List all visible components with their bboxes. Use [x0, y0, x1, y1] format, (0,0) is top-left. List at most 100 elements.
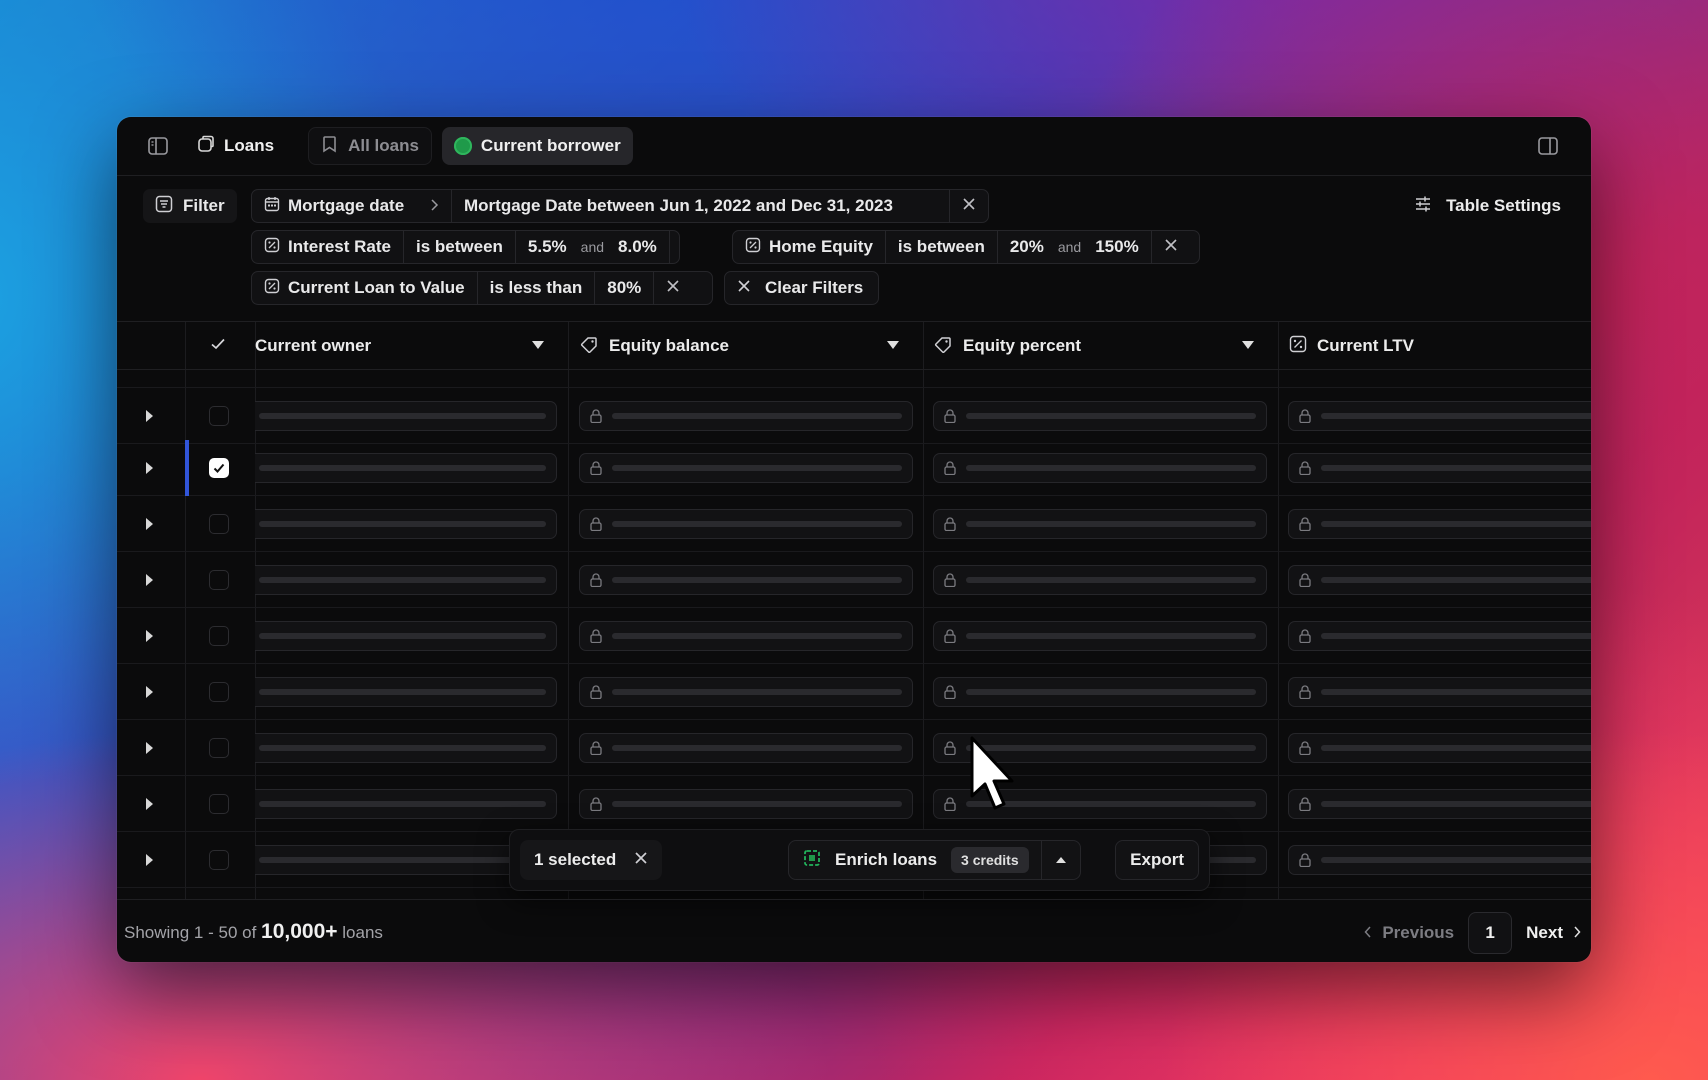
- filter-value-mortgage-date[interactable]: Mortgage Date between Jun 1, 2022 and De…: [452, 190, 950, 222]
- column-header-current-ltv[interactable]: Current LTV: [1289, 322, 1414, 370]
- filter-field-interest-rate[interactable]: Interest Rate: [252, 231, 404, 263]
- filter-value-current-ltv[interactable]: 80%: [595, 272, 655, 304]
- loading-placeholder: [612, 689, 902, 695]
- cell-equity-balance[interactable]: [579, 565, 913, 595]
- sort-caret-icon[interactable]: [887, 341, 899, 349]
- expand-row-icon[interactable]: [146, 854, 153, 866]
- cell-current-owner[interactable]: [255, 565, 557, 595]
- cell-current-ltv[interactable]: [1288, 677, 1591, 707]
- expand-row-icon[interactable]: [146, 686, 153, 698]
- cell-current-ltv[interactable]: [1288, 401, 1591, 431]
- cell-equity-percent[interactable]: [933, 621, 1267, 651]
- cell-current-ltv[interactable]: [1288, 789, 1591, 819]
- filter-button[interactable]: Filter: [143, 189, 237, 223]
- cell-equity-percent[interactable]: [933, 453, 1267, 483]
- page-number-button[interactable]: 1: [1468, 912, 1513, 954]
- previous-page-button[interactable]: Previous: [1364, 923, 1454, 943]
- cell-current-owner[interactable]: [255, 677, 557, 707]
- cell-current-owner[interactable]: [255, 621, 557, 651]
- sidebar-toggle-icon[interactable]: [145, 133, 171, 159]
- caret-up-icon: [1055, 851, 1067, 869]
- cell-current-ltv[interactable]: [1288, 453, 1591, 483]
- right-panel-toggle-icon[interactable]: [1535, 133, 1561, 159]
- enrich-loans-button[interactable]: Enrich loans 3 credits: [789, 841, 1042, 879]
- filter-value-interest-rate[interactable]: 5.5% and 8.0%: [516, 231, 670, 263]
- expand-row-icon[interactable]: [146, 630, 153, 642]
- expand-row-icon[interactable]: [146, 518, 153, 530]
- enrich-options-button[interactable]: [1042, 841, 1080, 879]
- expand-row-icon[interactable]: [146, 798, 153, 810]
- column-header-equity-balance[interactable]: Equity balance: [579, 322, 729, 370]
- tab-current-borrower[interactable]: Current borrower: [441, 127, 633, 165]
- select-all-checkbox[interactable]: [209, 322, 227, 370]
- tab-all-loans[interactable]: All loans: [308, 127, 432, 165]
- cell-equity-balance[interactable]: [579, 733, 913, 763]
- row-checkbox[interactable]: [209, 850, 229, 870]
- cell-equity-balance[interactable]: [579, 789, 913, 819]
- filter-field-label: Current Loan to Value: [288, 278, 465, 297]
- sort-caret-icon[interactable]: [532, 341, 544, 349]
- clear-filters-button[interactable]: Clear Filters: [724, 271, 879, 305]
- table-row[interactable]: [117, 664, 1591, 720]
- cell-current-owner[interactable]: [255, 509, 557, 539]
- cell-equity-balance[interactable]: [579, 677, 913, 707]
- remove-filter-interest-button[interactable]: [670, 231, 679, 263]
- lock-icon: [944, 461, 956, 476]
- expand-row-icon[interactable]: [146, 462, 153, 474]
- column-header-current-owner[interactable]: Current owner: [255, 322, 371, 370]
- cell-equity-balance[interactable]: [579, 509, 913, 539]
- row-checkbox[interactable]: [209, 626, 229, 646]
- clear-selection-icon[interactable]: [634, 850, 648, 870]
- remove-filter-equity-button[interactable]: [1152, 231, 1190, 263]
- filter-field-current-ltv[interactable]: Current Loan to Value: [252, 272, 478, 304]
- row-checkbox[interactable]: [209, 794, 229, 814]
- sort-caret-icon[interactable]: [1242, 341, 1254, 349]
- table-row[interactable]: [117, 608, 1591, 664]
- tab-loans[interactable]: Loans: [185, 127, 286, 165]
- filter-value-home-equity[interactable]: 20% and 150%: [998, 231, 1152, 263]
- cell-current-owner[interactable]: [255, 453, 557, 483]
- cell-equity-percent[interactable]: [933, 401, 1267, 431]
- export-button[interactable]: Export: [1115, 840, 1199, 880]
- cell-equity-percent[interactable]: [933, 677, 1267, 707]
- remove-filter-ltv-button[interactable]: [654, 272, 692, 304]
- cell-equity-percent[interactable]: [933, 565, 1267, 595]
- table-row[interactable]: [117, 496, 1591, 552]
- table-settings-label: Table Settings: [1446, 196, 1561, 215]
- remove-filter-mortgage-button[interactable]: [950, 190, 988, 222]
- column-header-equity-percent[interactable]: Equity percent: [933, 322, 1081, 370]
- filter-field-home-equity[interactable]: Home Equity: [733, 231, 886, 263]
- cell-current-ltv[interactable]: [1288, 621, 1591, 651]
- table-row[interactable]: [117, 440, 1591, 496]
- row-checkbox[interactable]: [209, 738, 229, 758]
- row-checkbox[interactable]: [209, 406, 229, 426]
- cell-equity-balance[interactable]: [579, 401, 913, 431]
- cell-current-owner[interactable]: [255, 733, 557, 763]
- expand-row-icon[interactable]: [146, 742, 153, 754]
- expand-row-icon[interactable]: [146, 410, 153, 422]
- cell-current-ltv[interactable]: [1288, 565, 1591, 595]
- next-page-button[interactable]: Next: [1526, 923, 1581, 943]
- row-checkbox[interactable]: [209, 570, 229, 590]
- expand-row-icon[interactable]: [146, 574, 153, 586]
- cell-current-owner[interactable]: [255, 401, 557, 431]
- filter-operator-home-equity[interactable]: is between: [886, 231, 998, 263]
- row-checkbox[interactable]: [209, 514, 229, 534]
- filter-operator-interest-rate[interactable]: is between: [404, 231, 516, 263]
- cell-current-ltv[interactable]: [1288, 733, 1591, 763]
- filter-field-mortgage-date[interactable]: Mortgage date: [252, 190, 452, 222]
- row-checkbox[interactable]: [209, 682, 229, 702]
- table-settings-button[interactable]: Table Settings: [1414, 189, 1561, 223]
- cell-equity-balance[interactable]: [579, 621, 913, 651]
- filter-operator-current-ltv[interactable]: is less than: [478, 272, 596, 304]
- cell-current-owner[interactable]: [255, 789, 557, 819]
- row-checkbox[interactable]: [209, 458, 229, 478]
- table-row[interactable]: [117, 552, 1591, 608]
- cell-current-ltv[interactable]: [1288, 845, 1591, 875]
- cell-current-ltv[interactable]: [1288, 509, 1591, 539]
- table-row[interactable]: [117, 776, 1591, 832]
- cell-equity-percent[interactable]: [933, 509, 1267, 539]
- table-row[interactable]: [117, 388, 1591, 444]
- table-row[interactable]: [117, 720, 1591, 776]
- cell-equity-balance[interactable]: [579, 453, 913, 483]
